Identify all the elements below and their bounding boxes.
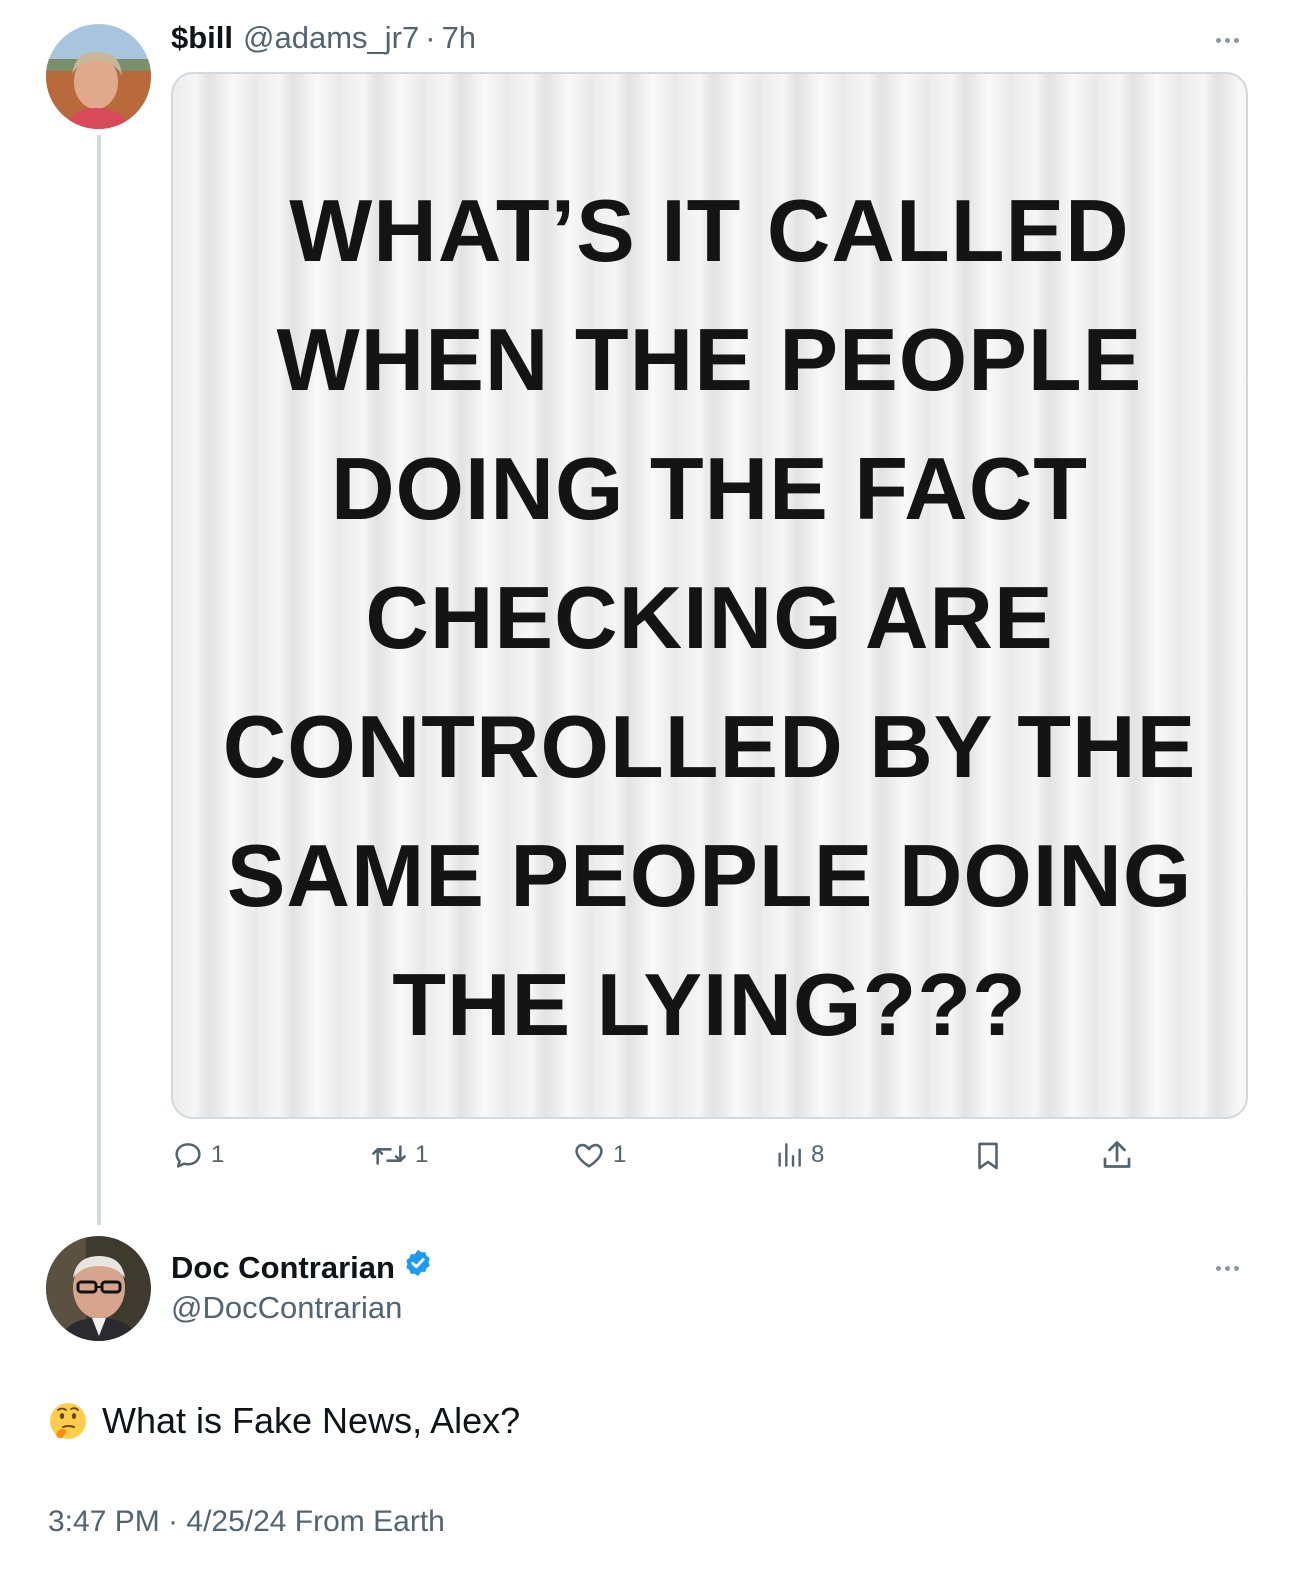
avatar-doc-contrarian[interactable] [46, 1236, 151, 1341]
media-line: CONTROLLED BY THE [222, 697, 1197, 796]
author-name[interactable]: Doc Contrarian [171, 1250, 395, 1286]
repost-count: 1 [415, 1141, 429, 1168]
repost-button[interactable]: 1 [369, 1138, 428, 1172]
views-button[interactable]: 8 [773, 1138, 824, 1172]
author-handle[interactable]: @DocContrarian [171, 1290, 402, 1326]
media-line: DOING THE FACT [330, 439, 1089, 538]
author-handle[interactable]: @adams_jr7 [243, 20, 419, 56]
meta-separator: · [425, 20, 436, 55]
media-line: THE LYING??? [392, 955, 1027, 1054]
media-line: WHEN THE PEOPLE [276, 310, 1143, 409]
view-count: 8 [811, 1141, 825, 1168]
reply-button[interactable]: 1 [171, 1138, 224, 1172]
post-time[interactable]: 7h [442, 20, 476, 56]
like-button[interactable]: 1 [571, 1138, 626, 1172]
more-options-icon[interactable] [1216, 38, 1239, 43]
more-options-icon[interactable] [1216, 1266, 1239, 1271]
repost-icon [372, 1145, 406, 1165]
media-caption: WHAT’S IT CALLED WHEN THE PEOPLE DOING T… [173, 166, 1246, 1069]
share-button[interactable] [1099, 1138, 1135, 1174]
thread-connector-line [97, 135, 101, 1225]
media-line: SAME PEOPLE DOING [226, 826, 1193, 925]
avatar-adams-jr7[interactable] [46, 24, 151, 129]
author-name[interactable]: $bill [171, 20, 233, 56]
tweet-body: What is Fake News, Alex? [102, 1400, 521, 1441]
like-count: 1 [613, 1141, 627, 1168]
media-line: WHAT’S IT CALLED [289, 181, 1130, 280]
media-line: CHECKING ARE [365, 568, 1054, 667]
post-timestamp[interactable]: 3:47 PM · 4/25/24 From Earth [48, 1505, 445, 1539]
tweet-actions-bar: 1 1 1 8 [171, 1138, 1248, 1182]
bookmark-icon [978, 1142, 998, 1170]
tweet-media-image[interactable]: WHAT’S IT CALLED WHEN THE PEOPLE DOING T… [171, 72, 1248, 1119]
thinking-face-icon [50, 1403, 86, 1439]
tweet-text: What is Fake News, Alex? [48, 1400, 520, 1442]
reply-icon [175, 1143, 201, 1168]
analytics-icon [778, 1143, 801, 1167]
verified-badge-icon [403, 1248, 433, 1283]
heart-icon [575, 1143, 603, 1168]
bookmark-button[interactable] [971, 1138, 1005, 1174]
reply-count: 1 [211, 1141, 225, 1168]
share-icon [1103, 1141, 1131, 1168]
